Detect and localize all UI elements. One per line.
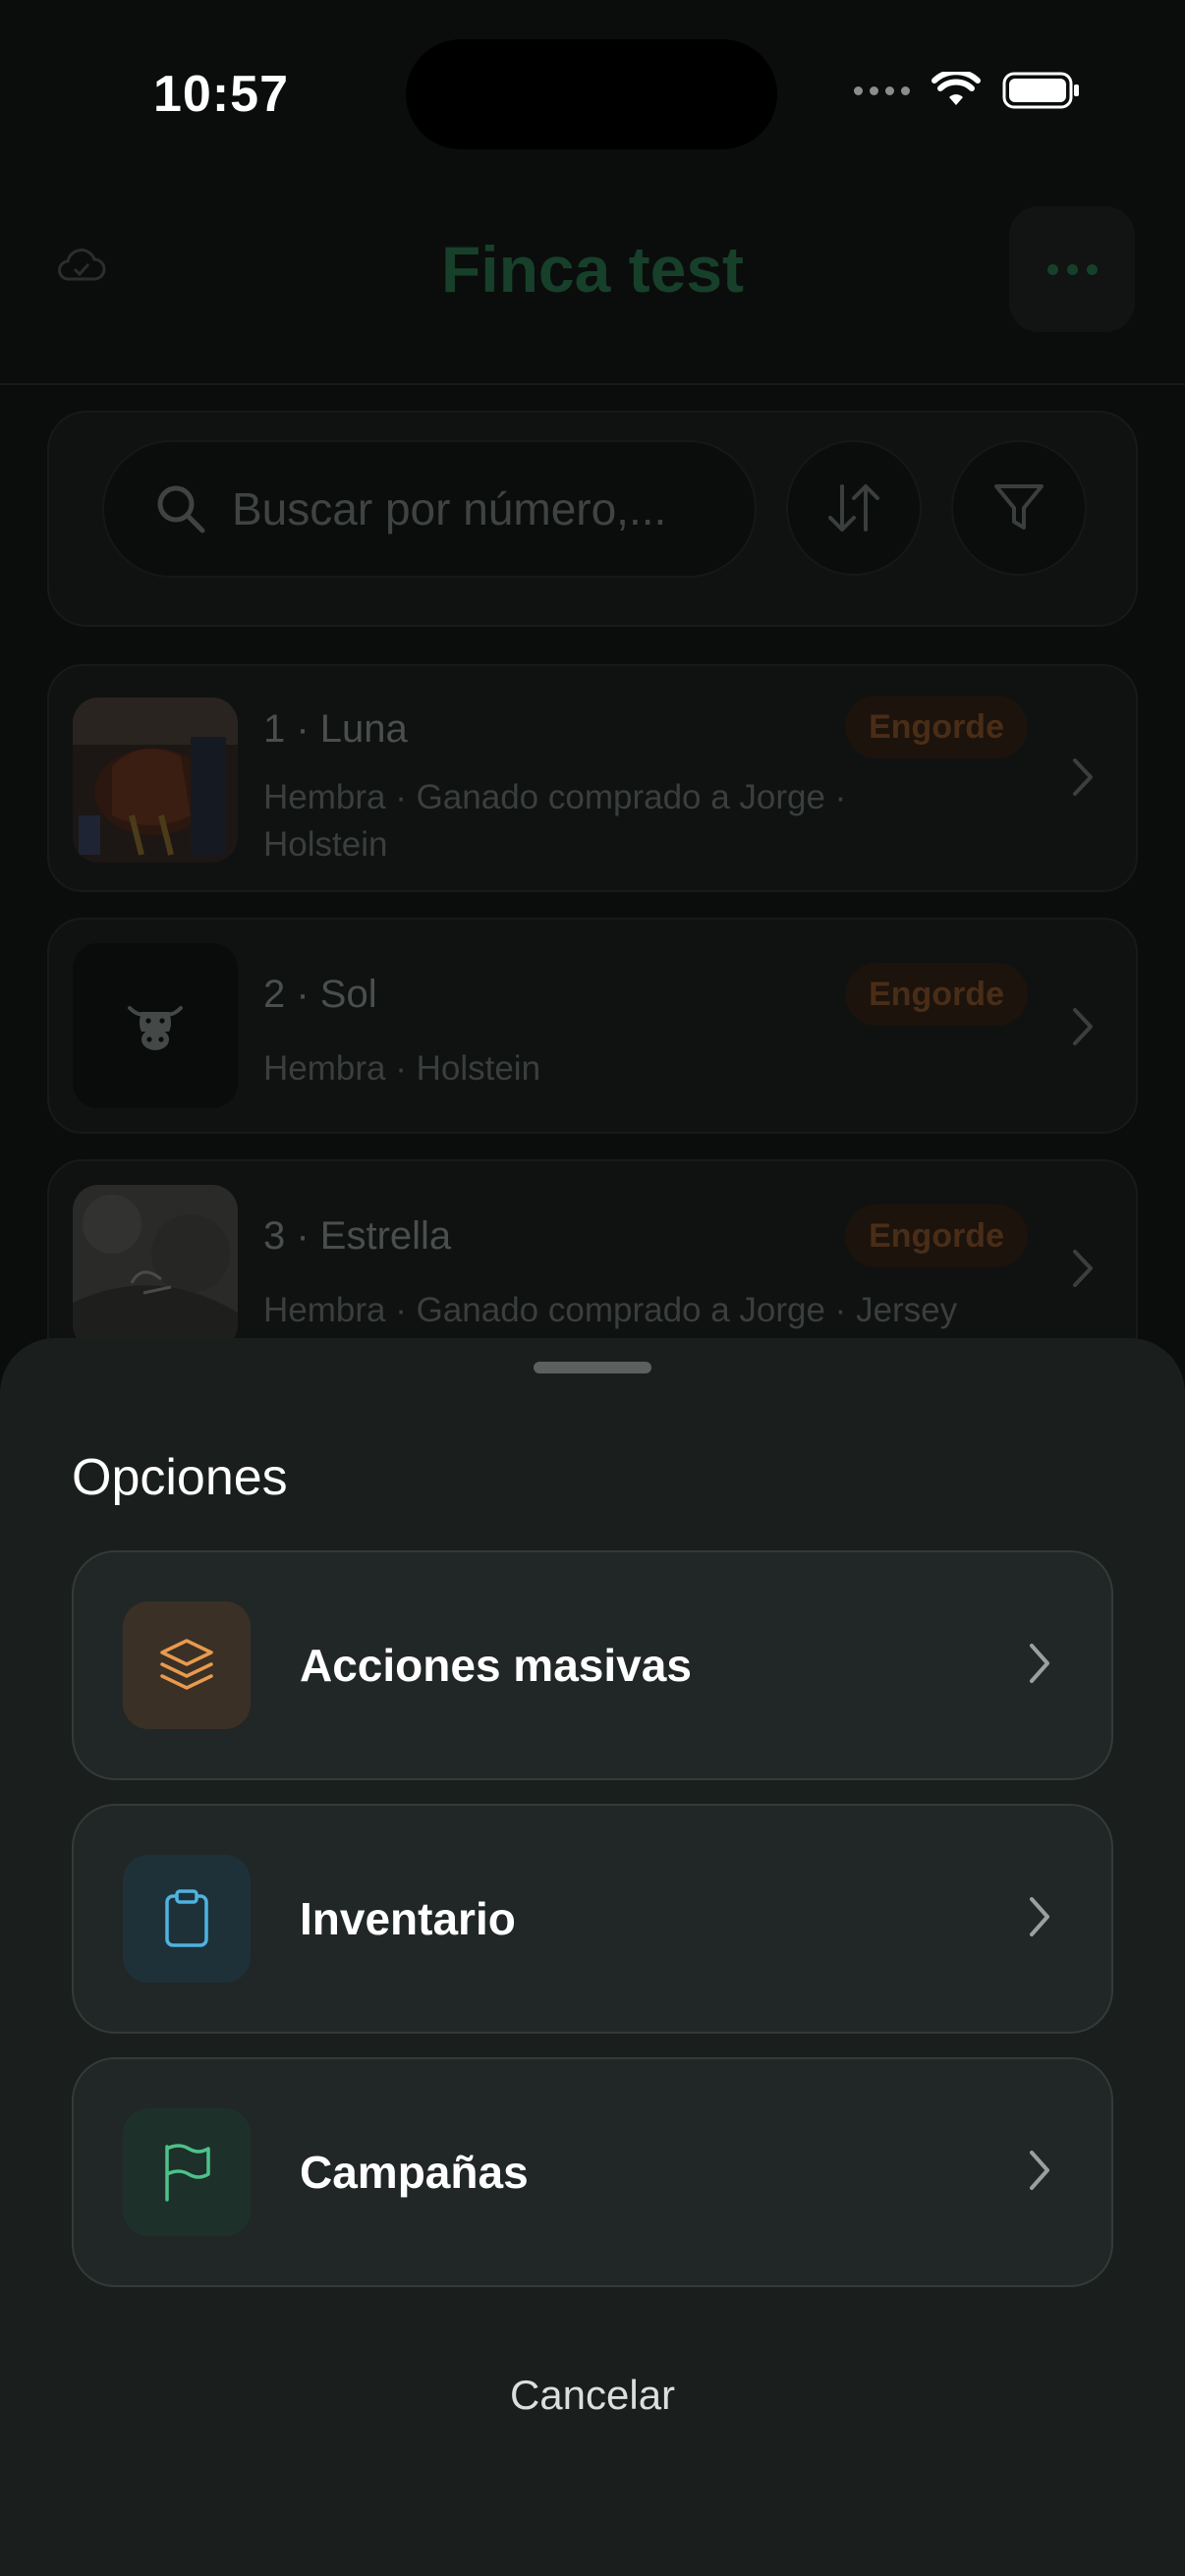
- animal-description: Hembra · Ganado comprado a Jorge · Holst…: [263, 778, 847, 864]
- more-dot: [1066, 263, 1078, 275]
- filter-button[interactable]: [951, 440, 1087, 576]
- animal-description: Hembra · Ganado comprado a Jorge · Jerse…: [263, 1291, 958, 1329]
- option-icon-box: [123, 1855, 251, 1983]
- page-title: Finca test: [440, 233, 745, 306]
- option-label: Acciones masivas: [300, 1640, 692, 1691]
- animal-photo: [73, 1185, 238, 1350]
- status-badge: Engorde: [845, 696, 1028, 758]
- animal-placeholder: [73, 943, 238, 1108]
- sheet-grabber[interactable]: [534, 1362, 651, 1373]
- animal-photo: [73, 698, 238, 863]
- search-card: Buscar por número,...: [47, 411, 1138, 627]
- option-inventory[interactable]: Inventario: [72, 1804, 1113, 2034]
- more-dot: [1086, 263, 1098, 275]
- cancel-button[interactable]: Cancelar: [0, 2372, 1185, 2419]
- filter-icon: [994, 484, 1044, 530]
- more-options-button[interactable]: [1009, 206, 1135, 332]
- status-icons: [854, 71, 1081, 110]
- option-label: Inventario: [300, 1893, 516, 1944]
- option-icon-box: [123, 1601, 251, 1729]
- battery-icon: [1002, 72, 1079, 109]
- layers-icon: [160, 1639, 213, 1690]
- chevron-right-icon: [1073, 758, 1093, 796]
- animal-name: 2 · Sol: [263, 973, 377, 1016]
- wifi-icon: [931, 72, 981, 105]
- sheet-title: Opciones: [72, 1449, 288, 1506]
- app-header: Finca test: [0, 187, 1185, 385]
- chevron-right-icon: [1030, 2151, 1049, 2190]
- option-icon-box: [123, 2108, 251, 2236]
- option-bulk-actions[interactable]: Acciones masivas: [72, 1550, 1113, 1780]
- animal-name: 3 · Estrella: [263, 1214, 452, 1258]
- dynamic-island: [406, 39, 777, 149]
- sort-icon: [828, 484, 879, 532]
- more-dot: [1046, 263, 1058, 275]
- animal-list-item[interactable]: 1 · Luna Engorde Hembra · Ganado comprad…: [47, 664, 1138, 892]
- sort-button[interactable]: [786, 440, 922, 576]
- status-badge: Engorde: [845, 1204, 1028, 1267]
- status-bar: 10:57: [0, 0, 1185, 187]
- search-placeholder: Buscar por número,...: [232, 483, 667, 534]
- cellular-signal-icon: [854, 85, 910, 95]
- animal-name: 1 · Luna: [263, 707, 408, 751]
- chevron-right-icon: [1073, 1250, 1093, 1287]
- chevron-right-icon: [1073, 1008, 1093, 1045]
- search-input[interactable]: Buscar por número,...: [102, 440, 757, 578]
- animal-list-item[interactable]: 2 · Sol Engorde Hembra · Holstein: [47, 918, 1138, 1134]
- option-label: Campañas: [300, 2147, 529, 2198]
- status-time: 10:57: [153, 66, 289, 123]
- cow-icon: [128, 1006, 183, 1050]
- option-campaigns[interactable]: Campañas: [72, 2057, 1113, 2287]
- search-icon: [157, 485, 205, 533]
- flag-icon: [165, 2144, 210, 2202]
- chevron-right-icon: [1030, 1644, 1049, 1683]
- animal-description: Hembra · Holstein: [263, 1049, 541, 1088]
- status-badge: Engorde: [845, 963, 1028, 1026]
- chevron-right-icon: [1030, 1897, 1049, 1936]
- clipboard-icon: [165, 1889, 208, 1947]
